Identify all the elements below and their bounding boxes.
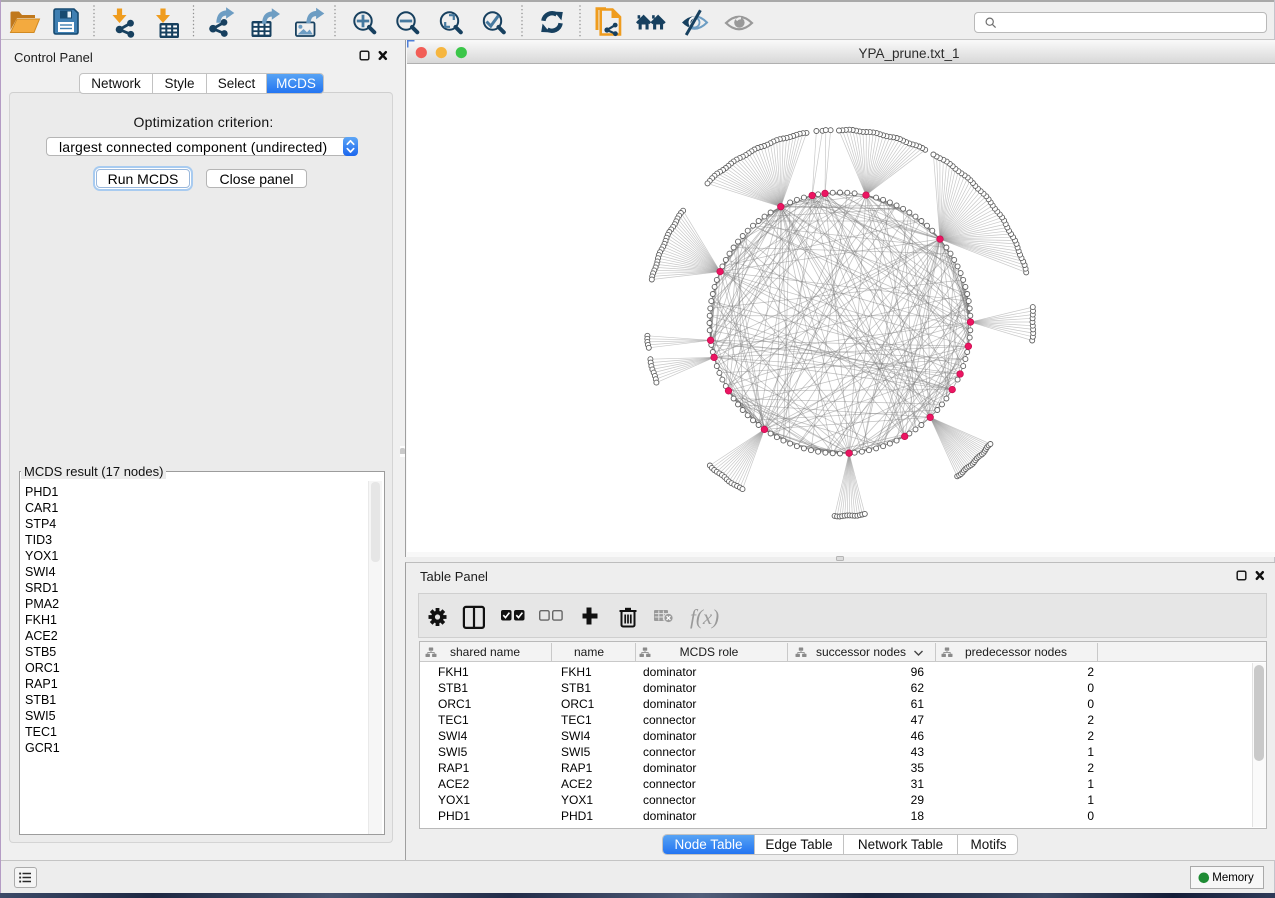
svg-text:f(x): f(x) — [690, 605, 719, 629]
